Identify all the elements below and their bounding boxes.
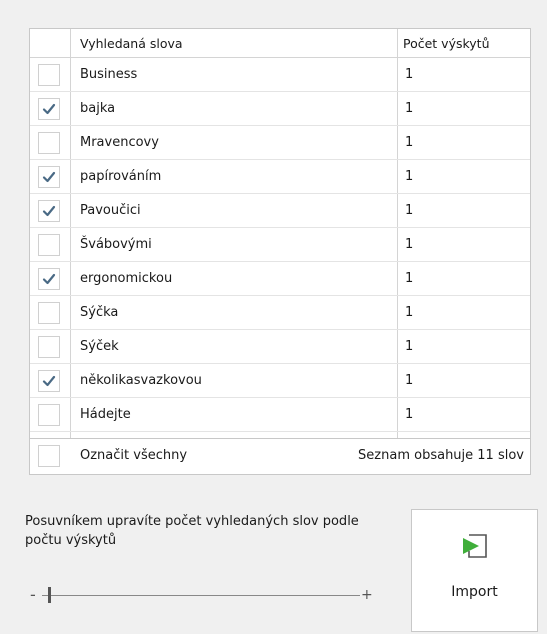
table-row[interactable]: Business 1 [30,58,530,92]
slider-minus-label: - [30,585,36,604]
import-icon [463,534,487,558]
count-cell: 1 [405,271,414,286]
word-cell: ergonomickou [80,271,173,286]
word-cell: Sýčka [80,305,119,320]
table-row[interactable]: Sýčka 1 [30,296,530,330]
checkmark-icon [42,205,56,217]
count-cell: 1 [405,101,414,116]
row-checkbox[interactable] [38,234,60,256]
row-checkbox[interactable] [38,404,60,426]
row-checkbox[interactable] [38,132,60,154]
import-button[interactable]: Import [411,509,538,632]
row-checkbox[interactable] [38,200,60,222]
select-all-label: Označit všechny [80,448,188,463]
word-cell: papírováním [80,169,162,184]
word-table: Vyhledaná slova Počet výskytů Business 1 b… [29,28,531,475]
table-row[interactable]: Sýček 1 [30,330,530,364]
table-row[interactable]: Hádejte 1 [30,398,530,432]
table-row[interactable]: několikasvazkovou 1 [30,364,530,398]
word-count-summary: Seznam obsahuje 11 slov [358,448,524,463]
select-all-checkbox[interactable] [38,445,60,467]
slider-hint: Posuvníkem upravíte počet vyhledaných sl… [25,514,359,548]
slider-thumb[interactable] [48,587,52,603]
row-checkbox[interactable] [38,64,60,86]
word-cell: Švábovými [80,237,152,252]
header-word: Vyhledaná slova [80,36,183,51]
checkmark-icon [42,171,56,183]
row-checkbox[interactable] [38,302,60,324]
table-row[interactable]: ergonomickou 1 [30,262,530,296]
word-cell: Pavoučici [80,203,141,218]
count-cell: 1 [405,305,414,320]
count-cell: 1 [405,373,414,388]
checkmark-icon [42,273,56,285]
row-checkbox[interactable] [38,166,60,188]
word-cell: Business [80,67,138,82]
row-checkbox[interactable] [38,268,60,290]
count-cell: 1 [405,135,414,150]
word-cell: Hádejte [80,407,131,422]
count-cell: 1 [405,203,414,218]
table-row[interactable]: Pavoučici 1 [30,194,530,228]
slider-plus-label: + [361,587,373,603]
word-cell: několikasvazkovou [80,373,202,388]
word-cell: Sýček [80,339,119,354]
import-button-label: Import [451,584,498,600]
header-count: Počet výskytů [403,36,490,51]
checkmark-icon [42,375,56,387]
count-cell: 1 [405,407,414,422]
row-checkbox[interactable] [38,370,60,392]
occurrence-slider[interactable]: - + [30,585,373,605]
count-cell: 1 [405,169,414,184]
row-checkbox[interactable] [38,98,60,120]
word-cell: Mravencovy [80,135,159,150]
count-cell: 1 [405,237,414,252]
table-row[interactable]: papírováním 1 [30,160,530,194]
row-checkbox[interactable] [38,336,60,358]
count-cell: 1 [405,67,414,82]
checkmark-icon [42,103,56,115]
word-cell: bajka [80,101,116,116]
count-cell: 1 [405,339,414,354]
table-header: Vyhledaná slova Počet výskytů [30,29,530,58]
slider-track[interactable] [42,595,360,596]
table-row[interactable]: Švábovými 1 [30,228,530,262]
table-footer: Označit všechny Seznam obsahuje 11 slov [30,438,530,474]
table-row[interactable]: Mravencovy 1 [30,126,530,160]
table-row[interactable]: bajka 1 [30,92,530,126]
